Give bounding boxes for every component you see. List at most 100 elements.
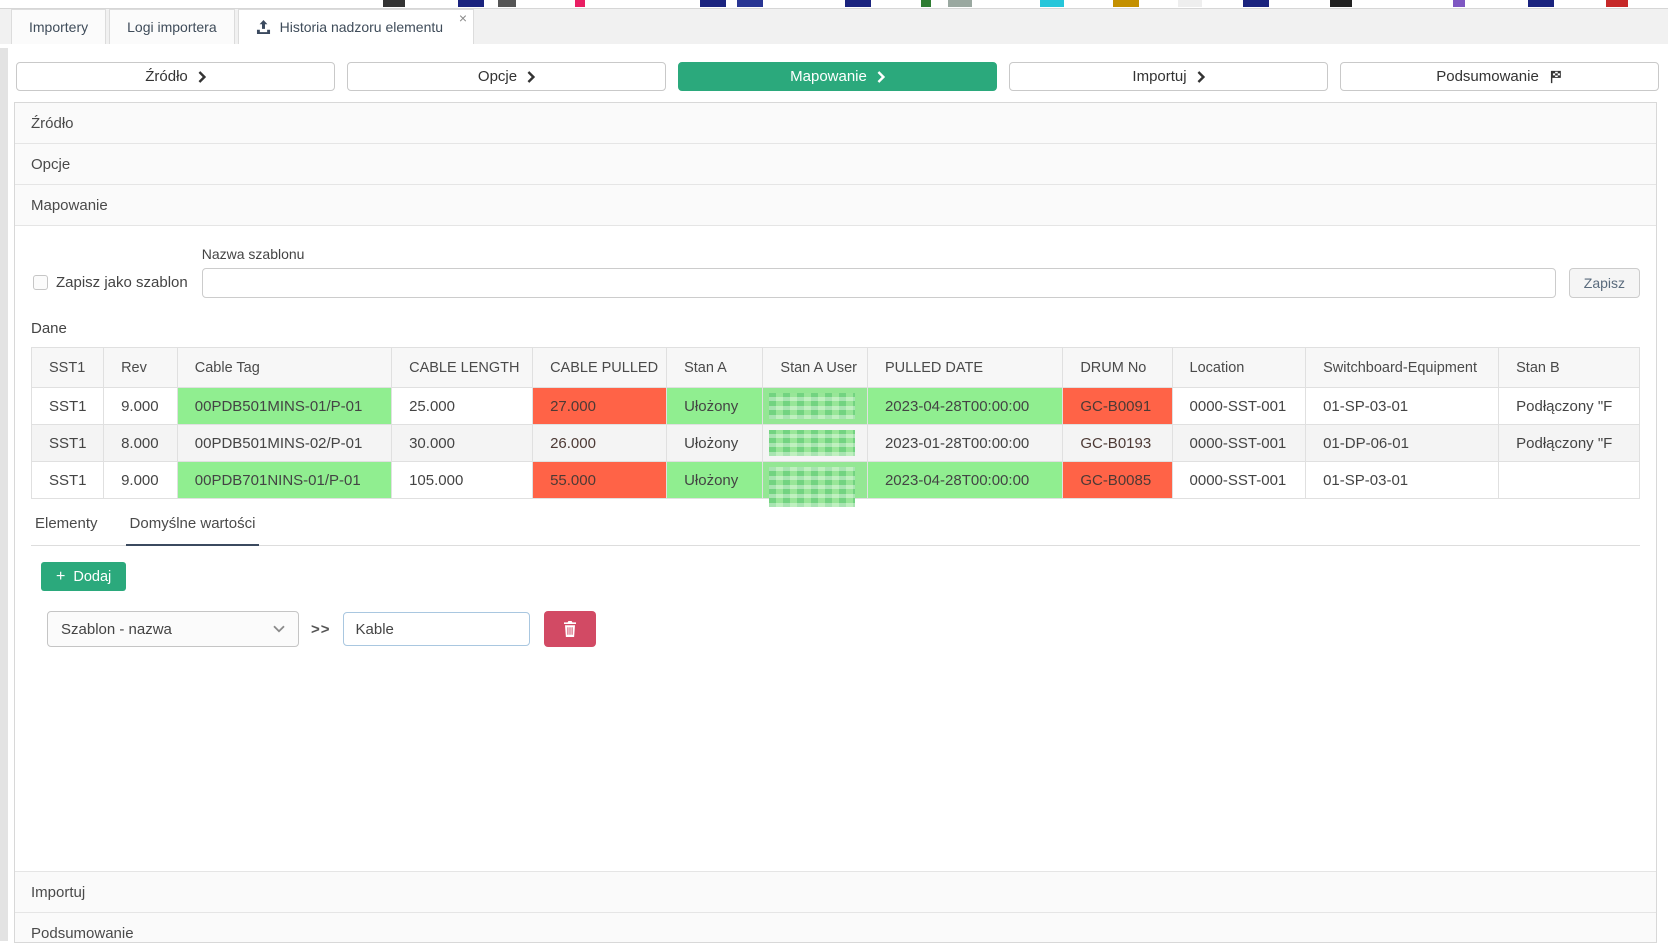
- table-cell: 105.000: [392, 462, 533, 499]
- stepper-label: Podsumowanie: [1436, 68, 1539, 85]
- stepper-button-5[interactable]: Podsumowanie: [1340, 62, 1659, 91]
- delete-mapping-button[interactable]: [544, 611, 596, 647]
- mapping-arrow-label: >>: [311, 621, 331, 638]
- close-icon[interactable]: ×: [459, 11, 467, 25]
- table-cell: 25.000: [392, 388, 533, 425]
- template-name-input[interactable]: [202, 268, 1556, 298]
- favicon-fragment: [1606, 0, 1628, 7]
- target-value-input[interactable]: [343, 612, 530, 646]
- stepper-label: Importuj: [1132, 68, 1186, 85]
- add-button-label: Dodaj: [73, 569, 111, 585]
- table-cell: Podłączony "F: [1499, 425, 1640, 462]
- favicon-fragment: [948, 0, 972, 7]
- accordion-header[interactable]: Podsumowanie: [15, 913, 1656, 943]
- table-cell: 01-SP-03-01: [1306, 388, 1499, 425]
- table-cell: SST1: [32, 425, 104, 462]
- accordion-top-headers: ŹródłoOpcjeMapowanie: [15, 103, 1656, 226]
- column-header: Stan A: [667, 348, 763, 388]
- table-cell: 0000-SST-001: [1172, 462, 1306, 499]
- stepper-label: Źródło: [145, 68, 188, 85]
- chevron-right-icon: [1197, 71, 1205, 83]
- template-form: Zapisz jako szablon Nazwa szablonu Zapis…: [31, 246, 1640, 298]
- table-cell: 2023-04-28T00:00:00: [867, 388, 1062, 425]
- column-header: CABLE PULLED: [533, 348, 667, 388]
- template-name-label: Nazwa szablonu: [202, 246, 1556, 262]
- app-tab-label: Importery: [29, 19, 88, 35]
- table-cell: 00PDB701NINS-01/P-01: [177, 462, 391, 499]
- save-template-button[interactable]: Zapisz: [1569, 268, 1640, 298]
- favicon-fragment: [845, 0, 871, 7]
- table-cell: [763, 462, 868, 499]
- table-cell: Ułożony: [667, 388, 763, 425]
- table-cell: [763, 388, 868, 425]
- mapping-section: Zapisz jako szablon Nazwa szablonu Zapis…: [15, 226, 1656, 872]
- table-cell: Ułożony: [667, 425, 763, 462]
- favicon-fragment: [1178, 0, 1202, 7]
- accordion-header[interactable]: Importuj: [15, 872, 1656, 913]
- column-header: SST1: [32, 348, 104, 388]
- table-cell: 01-SP-03-01: [1306, 462, 1499, 499]
- plus-icon: +: [56, 569, 65, 585]
- favicon-fragment: [1113, 0, 1139, 7]
- accordion-bottom-headers: ImportujPodsumowanie: [15, 872, 1656, 943]
- app-tab-label: Logi importera: [127, 19, 217, 35]
- table-cell: SST1: [32, 388, 104, 425]
- table-cell: 0000-SST-001: [1172, 388, 1306, 425]
- table-row: SST18.00000PDB501MINS-02/P-0130.00026.00…: [32, 425, 1640, 462]
- app-tab-1[interactable]: Importery: [11, 9, 106, 44]
- table-cell: 00PDB501MINS-01/P-01: [177, 388, 391, 425]
- table-cell: SST1: [32, 462, 104, 499]
- favicon-fragment: [921, 0, 931, 7]
- table-cell: 26.000: [533, 425, 667, 462]
- accordion-header[interactable]: Źródło: [15, 103, 1656, 144]
- stepper-label: Opcje: [478, 68, 517, 85]
- table-cell: 55.000: [533, 462, 667, 499]
- subtabs: Elementy Domyślne wartości: [31, 515, 1640, 546]
- chevron-right-icon: [527, 71, 535, 83]
- column-header: Location: [1172, 348, 1306, 388]
- table-cell: 2023-04-28T00:00:00: [867, 462, 1062, 499]
- table-cell: 0000-SST-001: [1172, 425, 1306, 462]
- app-tab-2[interactable]: Logi importera: [109, 9, 235, 44]
- column-header: DRUM No: [1063, 348, 1172, 388]
- accordion-header[interactable]: Mapowanie: [15, 185, 1656, 226]
- stepper-label: Mapowanie: [790, 68, 867, 85]
- column-header: Stan A User: [763, 348, 868, 388]
- template-name-field: Nazwa szablonu: [202, 246, 1556, 298]
- import-wizard-app: Importery Logi importera Historia nadzoru …: [0, 0, 1668, 943]
- save-as-template-label: Zapisz jako szablon: [56, 274, 188, 291]
- data-section-label: Dane: [31, 320, 1640, 337]
- stepper-button-2[interactable]: Opcje: [347, 62, 666, 91]
- stepper-button-4[interactable]: Importuj: [1009, 62, 1328, 91]
- favicon-fragment: [383, 0, 405, 7]
- favicon-fragment: [1330, 0, 1352, 7]
- table-cell: Podłączony "F: [1499, 388, 1640, 425]
- column-header: Stan B: [1499, 348, 1640, 388]
- finish-flag-icon: [1549, 70, 1563, 84]
- data-table-body: SST19.00000PDB501MINS-01/P-0125.00027.00…: [32, 388, 1640, 499]
- subtab-2[interactable]: Domyślne wartości: [126, 515, 260, 546]
- accordion-header[interactable]: Opcje: [15, 144, 1656, 185]
- browser-favicon-strip: [0, 0, 1668, 9]
- table-cell: 00PDB501MINS-02/P-01: [177, 425, 391, 462]
- column-header: Rev: [104, 348, 178, 388]
- app-tab-3[interactable]: Historia nadzoru elementu×: [238, 9, 474, 44]
- add-default-value-button[interactable]: + Dodaj: [41, 562, 126, 591]
- trash-icon: [563, 621, 577, 637]
- default-value-mapping-row: Szablon - nazwa >>: [47, 611, 1640, 647]
- template-field-select[interactable]: Szablon - nazwa: [47, 611, 299, 647]
- selected-option-label: Szablon - nazwa: [61, 621, 172, 638]
- stepper-button-1[interactable]: Źródło: [16, 62, 335, 91]
- favicon-fragment: [1040, 0, 1064, 7]
- save-as-template-checkbox[interactable]: [33, 275, 48, 290]
- table-row: SST19.00000PDB701NINS-01/P-01105.00055.0…: [32, 462, 1640, 499]
- table-cell: 8.000: [104, 425, 178, 462]
- save-as-template-option: Zapisz jako szablon: [33, 274, 188, 291]
- accordion-panel: ŹródłoOpcjeMapowanie Zapisz jako szablon…: [14, 102, 1657, 943]
- table-cell: [763, 425, 868, 462]
- wizard-stepper: Źródło Opcje Mapowanie Importuj Podsumowanie: [16, 62, 1659, 91]
- subtab-1[interactable]: Elementy: [31, 515, 102, 545]
- column-header: CABLE LENGTH: [392, 348, 533, 388]
- stepper-button-3[interactable]: Mapowanie: [678, 62, 997, 91]
- redacted-user-blur: [769, 393, 855, 419]
